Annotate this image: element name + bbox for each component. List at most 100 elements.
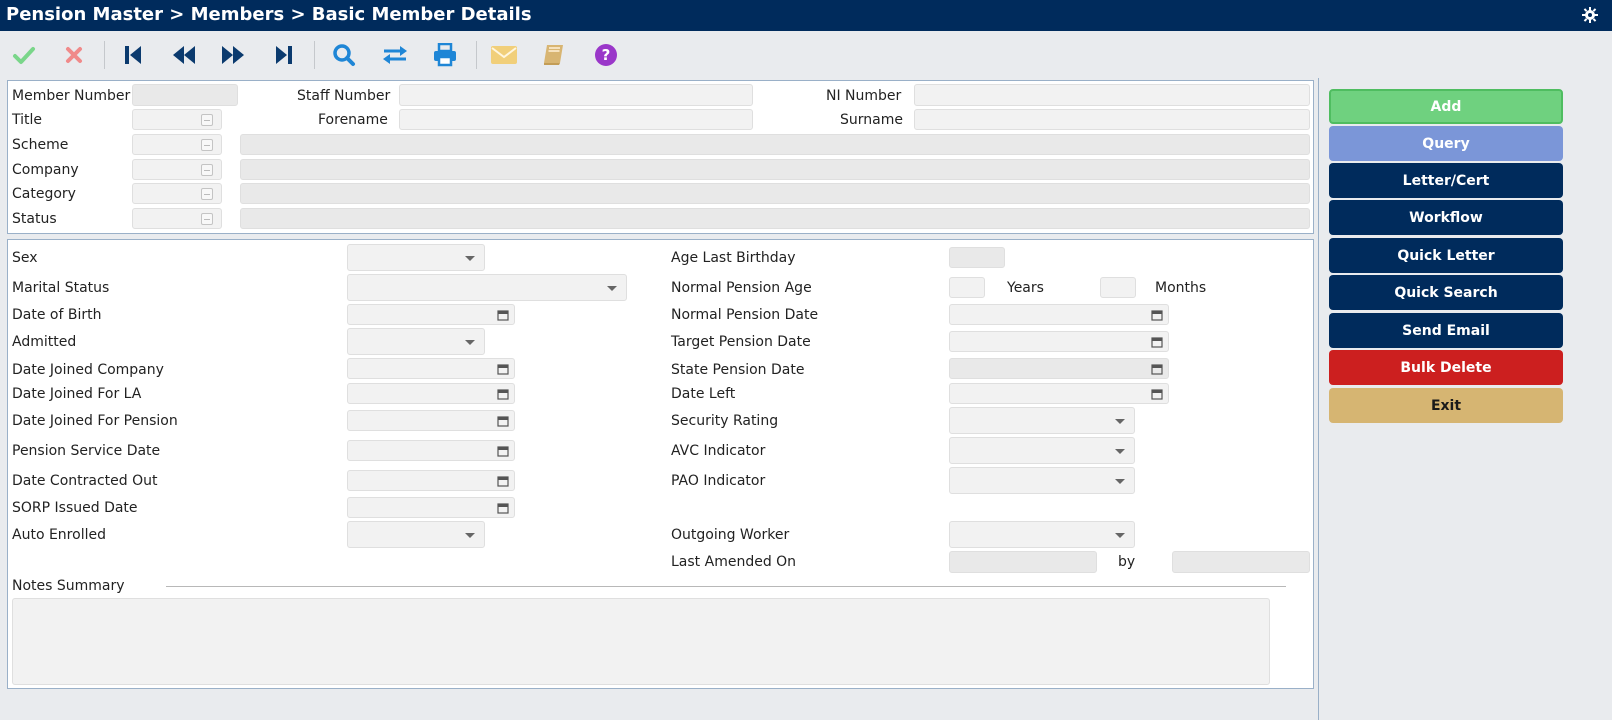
calendar-icon[interactable] [1151, 388, 1163, 400]
date-of-birth-field[interactable] [347, 304, 515, 325]
pension-service-date-field[interactable] [347, 440, 515, 461]
lookup-icon[interactable] [201, 212, 213, 225]
lookup-icon[interactable] [201, 187, 213, 200]
quick-letter-button[interactable]: Quick Letter [1329, 238, 1563, 273]
state-pension-date-field[interactable] [949, 358, 1169, 379]
outgoing-worker-select[interactable] [949, 521, 1135, 548]
lookup-icon[interactable] [201, 138, 213, 151]
date-left-field[interactable] [949, 383, 1169, 404]
calendar-icon[interactable] [497, 445, 509, 457]
calendar-icon[interactable] [497, 475, 509, 487]
add-button[interactable]: Add [1329, 89, 1563, 124]
normal-pension-age-months-field[interactable] [1100, 277, 1136, 298]
print-icon[interactable] [430, 40, 460, 70]
last-amended-on-field [949, 551, 1097, 573]
ni-number-field[interactable] [914, 84, 1310, 106]
date-of-birth-label: Date of Birth [12, 307, 102, 323]
toolbar-separator [104, 41, 105, 69]
query-button[interactable]: Query [1329, 126, 1563, 161]
last-record-icon[interactable] [269, 40, 299, 70]
staff-number-label: Staff Number [297, 88, 391, 104]
notes-divider [166, 586, 1286, 587]
admitted-label: Admitted [12, 334, 77, 350]
lookup-icon[interactable] [201, 113, 213, 126]
state-pension-date-label: State Pension Date [671, 362, 805, 378]
title-bar: Pension Master > Members > Basic Member … [0, 0, 1612, 31]
pao-indicator-select[interactable] [949, 467, 1135, 494]
help-icon[interactable]: ? [591, 40, 621, 70]
age-last-birthday-label: Age Last Birthday [671, 250, 796, 266]
mail-icon[interactable] [489, 40, 519, 70]
calendar-icon[interactable] [497, 309, 509, 321]
normal-pension-date-label: Normal Pension Date [671, 307, 819, 323]
sorp-issued-date-field[interactable] [347, 497, 515, 518]
company-code-field[interactable] [132, 159, 222, 180]
sex-select[interactable] [347, 244, 485, 271]
marital-status-select[interactable] [347, 274, 627, 301]
normal-pension-age-label: Normal Pension Age [671, 280, 812, 296]
notes-summary-label: Notes Summary [12, 578, 125, 594]
date-contracted-out-field[interactable] [347, 470, 515, 491]
last-amended-on-label: Last Amended On [671, 554, 797, 570]
calendar-icon[interactable] [1151, 336, 1163, 348]
next-record-icon[interactable] [218, 40, 248, 70]
exit-button[interactable]: Exit [1329, 388, 1563, 423]
action-sidebar: Add Query Letter/Cert Workflow Quick Let… [1318, 78, 1612, 720]
normal-pension-date-field[interactable] [949, 304, 1169, 325]
date-joined-la-label: Date Joined For LA [12, 386, 142, 402]
bulk-delete-button[interactable]: Bulk Delete [1329, 350, 1563, 385]
calendar-icon[interactable] [497, 388, 509, 400]
avc-indicator-select[interactable] [949, 437, 1135, 464]
target-pension-date-field[interactable] [949, 331, 1169, 352]
surname-label: Surname [840, 112, 903, 128]
status-code-field[interactable] [132, 208, 222, 229]
calendar-icon[interactable] [497, 415, 509, 427]
scheme-code-field[interactable] [132, 134, 222, 155]
company-label: Company [12, 162, 79, 178]
company-description-field [240, 159, 1310, 180]
date-joined-company-field[interactable] [347, 358, 515, 379]
gear-icon[interactable] [1582, 7, 1598, 23]
cross-icon[interactable] [59, 40, 89, 70]
first-record-icon[interactable] [118, 40, 148, 70]
sex-label: Sex [12, 250, 38, 266]
title-select[interactable] [132, 109, 222, 130]
workflow-button[interactable]: Workflow [1329, 200, 1563, 235]
avc-indicator-label: AVC Indicator [671, 443, 766, 459]
years-label: Years [1007, 280, 1044, 296]
breadcrumb: Pension Master > Members > Basic Member … [6, 4, 532, 25]
date-left-label: Date Left [671, 386, 736, 402]
category-label: Category [12, 186, 76, 202]
category-code-field[interactable] [132, 183, 222, 204]
date-joined-la-field[interactable] [347, 383, 515, 404]
send-email-button[interactable]: Send Email [1329, 313, 1563, 348]
calendar-icon[interactable] [497, 363, 509, 375]
member-number-field[interactable] [132, 84, 238, 106]
calendar-icon[interactable] [1151, 363, 1163, 375]
swap-icon[interactable] [380, 40, 410, 70]
letter-cert-button[interactable]: Letter/Cert [1329, 163, 1563, 198]
calendar-icon[interactable] [1151, 309, 1163, 321]
check-icon[interactable] [9, 40, 39, 70]
auto-enrolled-select[interactable] [347, 521, 485, 548]
lookup-icon[interactable] [201, 163, 213, 176]
previous-record-icon[interactable] [169, 40, 199, 70]
by-label: by [1118, 554, 1136, 570]
calendar-icon[interactable] [497, 502, 509, 514]
book-icon[interactable] [539, 40, 569, 70]
surname-field[interactable] [914, 109, 1310, 130]
app-window: Pension Master > Members > Basic Member … [0, 0, 1612, 720]
date-joined-pension-field[interactable] [347, 410, 515, 431]
quick-search-button[interactable]: Quick Search [1329, 275, 1563, 310]
normal-pension-age-years-field[interactable] [949, 277, 985, 298]
security-rating-select[interactable] [949, 407, 1135, 434]
last-amended-by-field [1172, 551, 1310, 573]
scheme-description-field [240, 134, 1310, 155]
ni-number-label: NI Number [826, 88, 902, 104]
forename-field[interactable] [399, 109, 753, 130]
search-icon[interactable] [329, 40, 359, 70]
notes-summary-textarea[interactable] [12, 598, 1270, 685]
target-pension-date-label: Target Pension Date [671, 334, 811, 350]
staff-number-field[interactable] [399, 84, 753, 106]
admitted-select[interactable] [347, 328, 485, 355]
